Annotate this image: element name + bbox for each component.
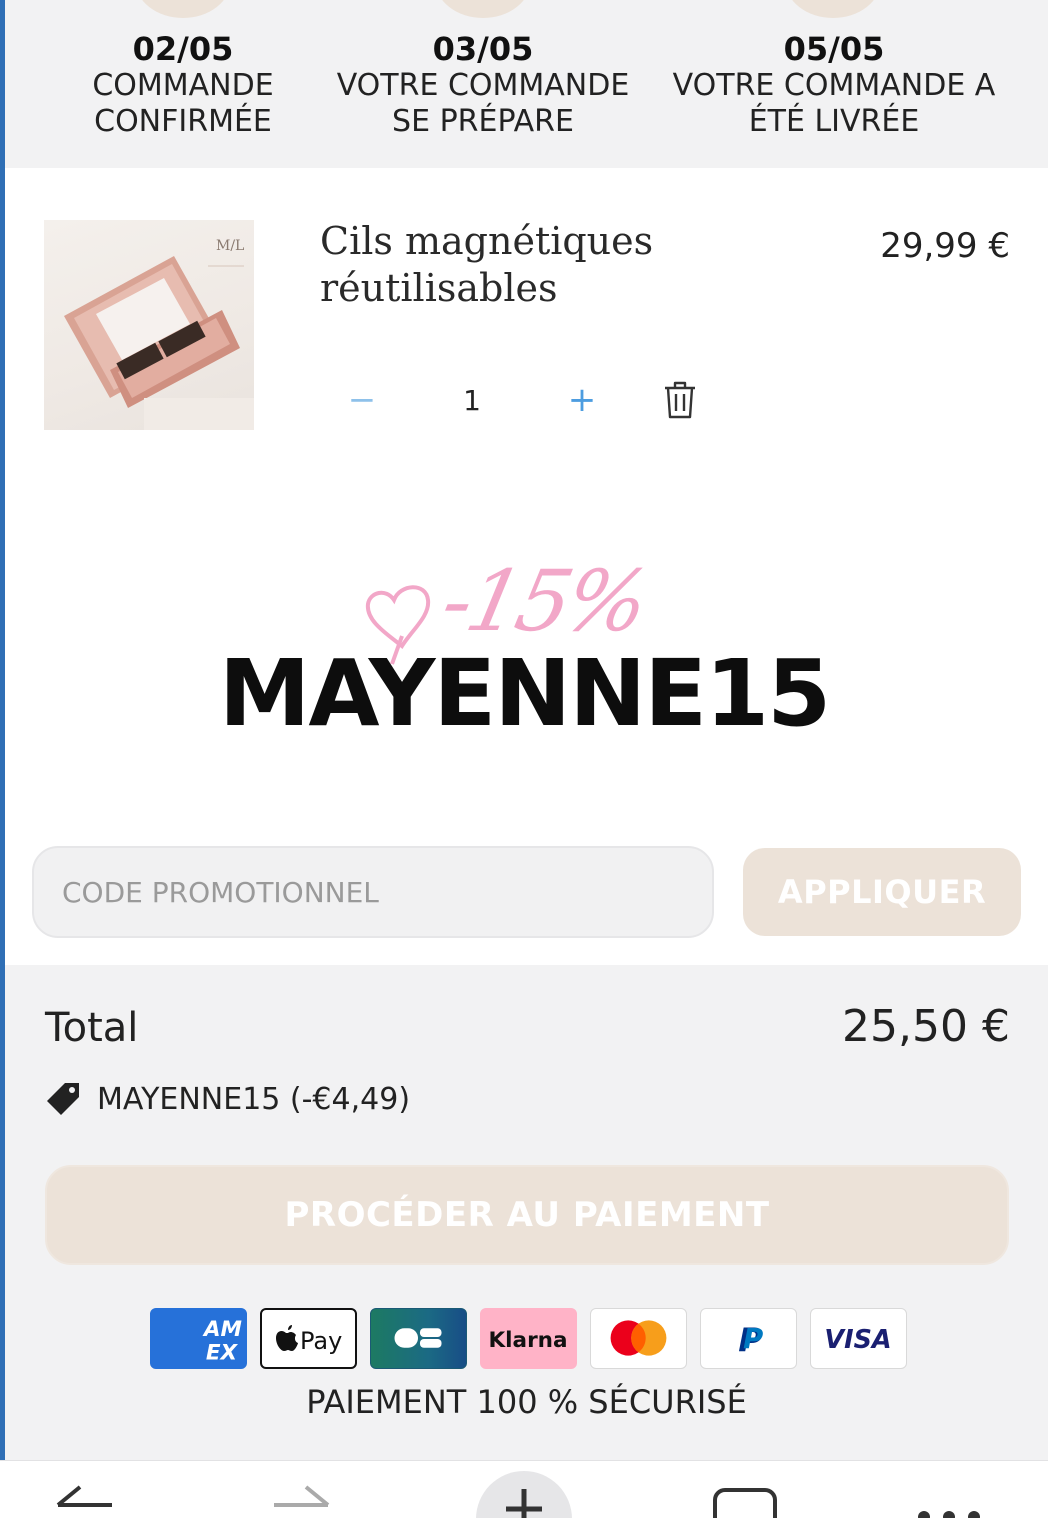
tabs-icon[interactable] bbox=[712, 1487, 778, 1518]
product-price: 29,99 € bbox=[880, 226, 1010, 266]
klarna-icon: Klarna bbox=[480, 1308, 577, 1369]
promo-code-banner: MAYENNE15 bbox=[218, 640, 831, 747]
tag-icon bbox=[47, 1083, 79, 1115]
svg-text:P: P bbox=[743, 1324, 763, 1355]
timeline-label: VOTRE COMMANDE A ÉTÉ LIVRÉE bbox=[657, 68, 1011, 140]
paypal-icon: P P bbox=[700, 1308, 797, 1369]
timeline-label-line: SE PRÉPARE bbox=[392, 104, 574, 139]
cb-icon bbox=[370, 1308, 467, 1369]
more-options-icon[interactable] bbox=[914, 1505, 984, 1518]
timeline-date: 02/05 bbox=[132, 30, 234, 68]
new-tab-icon[interactable] bbox=[476, 1469, 572, 1518]
visa-icon: VISA bbox=[810, 1308, 907, 1369]
applied-discount: MAYENNE15 (-€4,49) bbox=[45, 1081, 410, 1117]
total-value: 25,50 € bbox=[842, 1001, 1010, 1052]
apply-button[interactable]: APPLIQUER bbox=[743, 848, 1021, 936]
promo-discount: -15% bbox=[433, 552, 654, 650]
svg-text:Klarna: Klarna bbox=[488, 1328, 567, 1353]
forward-arrow-icon[interactable] bbox=[272, 1479, 336, 1518]
timeline-dot bbox=[435, 0, 531, 18]
timeline-label-line: VOTRE COMMANDE A bbox=[672, 68, 996, 103]
decrease-quantity-button[interactable]: − bbox=[342, 380, 382, 420]
timeline-label-line: ÉTÉ LIVRÉE bbox=[748, 104, 920, 139]
amex-icon: AM EX bbox=[150, 1308, 247, 1369]
browser-toolbar bbox=[0, 1460, 1048, 1518]
apple-pay-icon: Pay bbox=[260, 1308, 357, 1369]
timeline-dot bbox=[135, 0, 231, 18]
order-timeline: 02/05 COMMANDE CONFIRMÉE 03/05 VOTRE COM… bbox=[5, 0, 1048, 168]
back-arrow-icon[interactable] bbox=[50, 1479, 114, 1518]
discount-code-text: MAYENNE15 (-€4,49) bbox=[97, 1081, 411, 1117]
timeline-date: 05/05 bbox=[783, 30, 885, 68]
trash-icon[interactable] bbox=[662, 380, 698, 420]
increase-quantity-button[interactable]: + bbox=[562, 380, 602, 420]
timeline-dot bbox=[785, 0, 881, 18]
svg-text:Pay: Pay bbox=[300, 1327, 342, 1355]
quantity-value: 1 bbox=[463, 384, 481, 417]
svg-text:AM: AM bbox=[202, 1317, 242, 1342]
secure-payment-text: PAIEMENT 100 % SÉCURISÉ bbox=[306, 1383, 747, 1421]
payment-methods: AM EX Pay Klarna P P VISA bbox=[150, 1308, 907, 1369]
timeline-label: VOTRE COMMANDE SE PRÉPARE bbox=[323, 68, 643, 140]
timeline-label-line: CONFIRMÉE bbox=[94, 104, 272, 139]
order-summary: Total 25,50 € MAYENNE15 (-€4,49) PROCÉDE… bbox=[5, 965, 1048, 1460]
timeline-label: COMMANDE CONFIRMÉE bbox=[75, 68, 291, 140]
timeline-label-line: VOTRE COMMANDE bbox=[336, 68, 630, 103]
svg-text:VISA: VISA bbox=[824, 1325, 891, 1355]
mastercard-icon bbox=[590, 1308, 687, 1369]
total-label: Total bbox=[45, 1005, 139, 1051]
product-title[interactable]: Cils magnétiques réutilisables bbox=[320, 218, 740, 312]
brand-mark: M/L bbox=[216, 238, 244, 254]
product-image[interactable]: M/L bbox=[44, 220, 254, 430]
promo-code-input[interactable] bbox=[32, 846, 714, 938]
timeline-date: 03/05 bbox=[432, 30, 534, 68]
checkout-button[interactable]: PROCÉDER AU PAIEMENT bbox=[45, 1165, 1009, 1265]
timeline-label-line: COMMANDE bbox=[92, 68, 274, 103]
svg-text:EX: EX bbox=[206, 1341, 239, 1366]
